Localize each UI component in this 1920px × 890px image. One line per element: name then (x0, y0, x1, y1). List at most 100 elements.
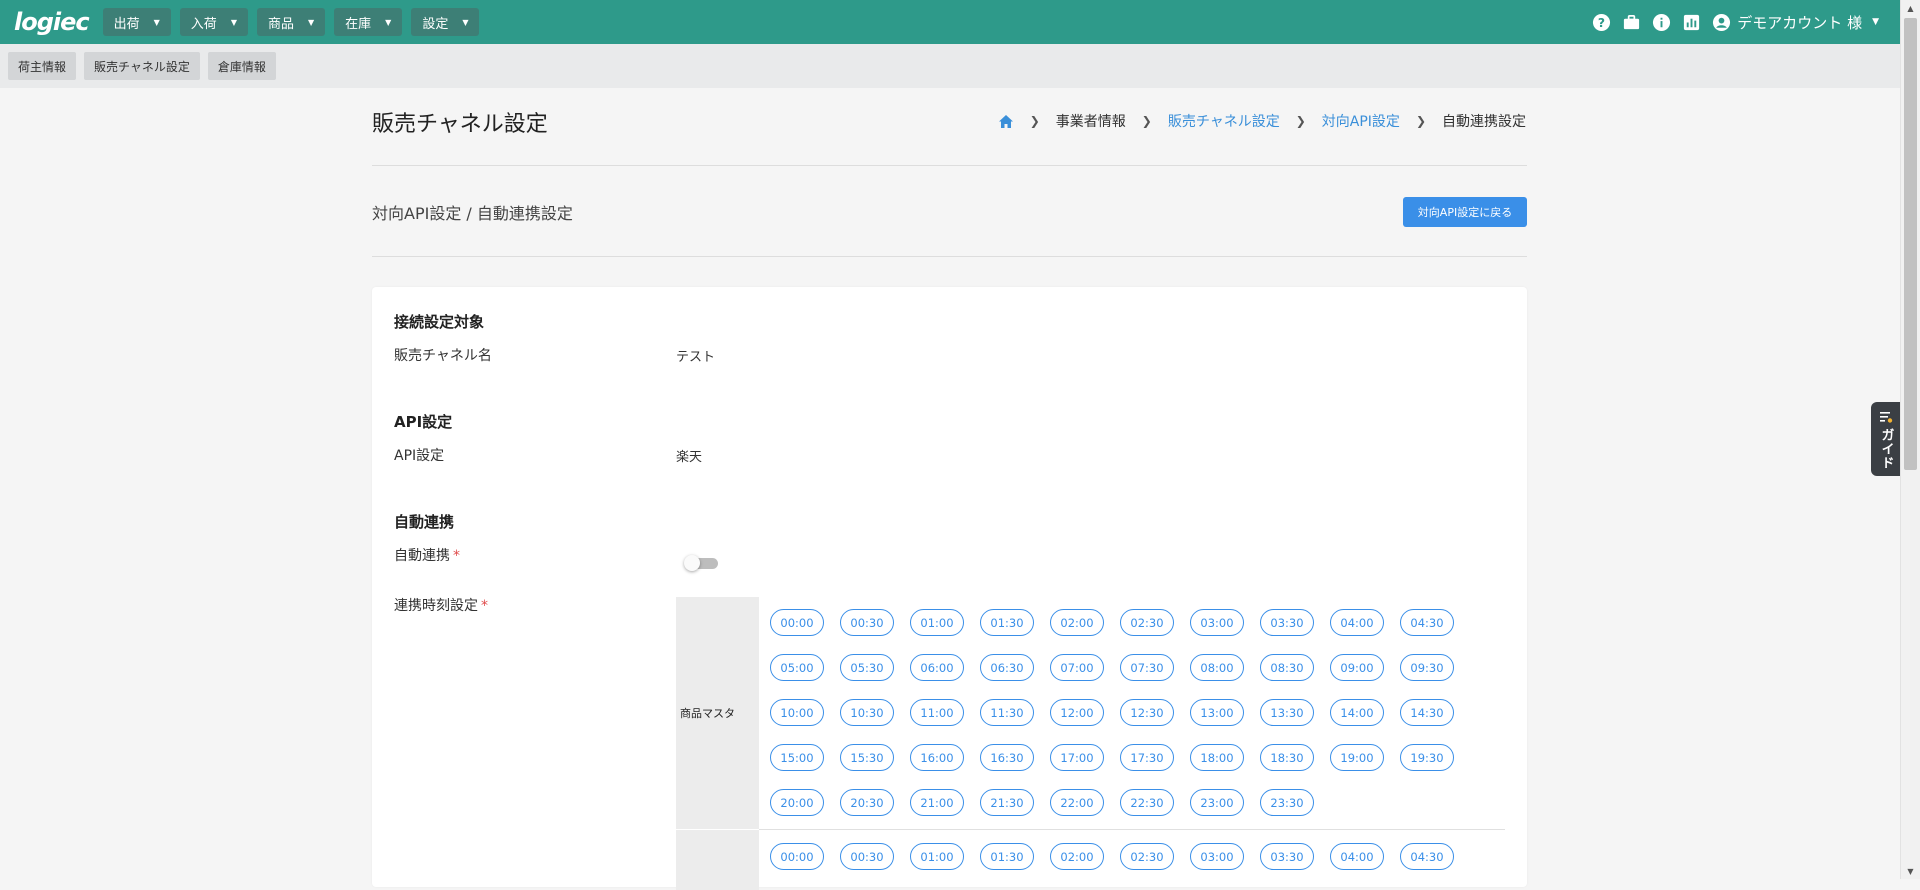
caret-down-icon: ▼ (1872, 17, 1879, 27)
time-chip[interactable]: 17:00 (1050, 744, 1104, 771)
toggle-knob (684, 555, 700, 571)
time-chip[interactable]: 18:30 (1260, 744, 1314, 771)
time-chip[interactable]: 18:00 (1190, 744, 1244, 771)
account-menu[interactable]: デモアカウント 様 ▼ (1712, 12, 1879, 33)
menu-label: 設定 (422, 16, 449, 32)
time-chip[interactable]: 03:30 (1260, 609, 1314, 636)
time-chip-group-2: 00:00 00:30 01:00 01:30 02:00 02:30 03:00 03:30… (770, 843, 1470, 888)
time-chip[interactable]: 16:30 (980, 744, 1034, 771)
time-chip[interactable]: 09:00 (1330, 654, 1384, 681)
time-chip[interactable]: 00:00 (770, 843, 824, 870)
time-chip[interactable]: 04:30 (1400, 609, 1454, 636)
time-chip[interactable]: 01:00 (910, 843, 964, 870)
scrollbar-thumb[interactable] (1904, 18, 1917, 470)
time-chip[interactable]: 19:00 (1330, 744, 1384, 771)
menu-receiving[interactable]: 入荷 ▼ (179, 8, 248, 36)
time-chip[interactable]: 06:30 (980, 654, 1034, 681)
caret-down-icon: ▼ (385, 17, 392, 27)
time-chip[interactable]: 05:00 (770, 654, 824, 681)
time-chip[interactable]: 10:30 (840, 699, 894, 726)
caret-down-icon: ▼ (230, 17, 237, 27)
time-chip[interactable]: 06:00 (910, 654, 964, 681)
help-icon[interactable]: ? (1592, 13, 1611, 32)
time-chip[interactable]: 21:30 (980, 789, 1034, 816)
time-chip[interactable]: 21:00 (910, 789, 964, 816)
time-chip[interactable]: 12:00 (1050, 699, 1104, 726)
time-chip[interactable]: 05:30 (840, 654, 894, 681)
time-chip-group-product-master: 00:00 00:30 01:00 01:30 02:00 02:30 03:00 03:30… (770, 609, 1470, 834)
scroll-up-arrow-icon[interactable]: ▲ (1901, 0, 1920, 16)
vertical-scrollbar[interactable]: ▲ ▼ (1900, 0, 1920, 879)
time-chip[interactable]: 17:30 (1120, 744, 1174, 771)
time-chip[interactable]: 04:00 (1330, 609, 1384, 636)
time-chip[interactable]: 01:30 (980, 843, 1034, 870)
time-chip[interactable]: 15:30 (840, 744, 894, 771)
menu-products[interactable]: 商品 ▼ (256, 8, 326, 36)
time-chip[interactable]: 11:30 (980, 699, 1034, 726)
chevron-right-icon: ❯ (1141, 114, 1152, 128)
time-chip[interactable]: 16:00 (910, 744, 964, 771)
time-chip[interactable]: 02:30 (1120, 843, 1174, 870)
time-chip[interactable]: 23:30 (1260, 789, 1314, 816)
time-chip[interactable]: 14:30 (1400, 699, 1454, 726)
time-chip[interactable]: 01:00 (910, 609, 964, 636)
subnav-sales-channel[interactable]: 販売チャネル設定 (84, 52, 200, 80)
time-chip[interactable]: 08:30 (1260, 654, 1314, 681)
time-chip[interactable]: 00:30 (840, 609, 894, 636)
chevron-right-icon: ❯ (1415, 114, 1426, 128)
time-chip[interactable]: 01:30 (980, 609, 1034, 636)
time-chip[interactable]: 03:30 (1260, 843, 1314, 870)
section-title-target: 接続設定対象 (394, 313, 485, 331)
info-icon[interactable] (1652, 13, 1671, 32)
link-time-label: 連携時刻設定 * (394, 595, 488, 615)
back-to-api-settings-button[interactable]: 対向API設定に戻る (1403, 197, 1527, 227)
time-chip[interactable]: 11:00 (910, 699, 964, 726)
time-chip[interactable]: 03:00 (1190, 609, 1244, 636)
time-chip[interactable]: 19:30 (1400, 744, 1454, 771)
time-chip[interactable]: 14:00 (1330, 699, 1384, 726)
required-mark: * (453, 548, 460, 564)
time-chip[interactable]: 04:00 (1330, 843, 1384, 870)
time-chip[interactable]: 07:00 (1050, 654, 1104, 681)
time-chip[interactable]: 07:30 (1120, 654, 1174, 681)
subnav-shipper-info[interactable]: 荷主情報 (8, 52, 77, 80)
breadcrumb-link[interactable]: 対向API設定 (1322, 111, 1400, 131)
guide-list-icon (1880, 412, 1893, 423)
required-mark: * (481, 598, 488, 614)
chart-icon[interactable] (1682, 13, 1701, 32)
time-chip[interactable]: 23:00 (1190, 789, 1244, 816)
subnav-warehouse-info[interactable]: 倉庫情報 (207, 52, 276, 80)
time-chip[interactable]: 04:30 (1400, 843, 1454, 870)
menu-shipping[interactable]: 出荷 ▼ (102, 8, 171, 36)
time-chip[interactable]: 20:30 (840, 789, 894, 816)
time-chip[interactable]: 00:00 (770, 609, 824, 636)
time-chip[interactable]: 09:30 (1400, 654, 1454, 681)
logo[interactable]: logiec (14, 8, 90, 36)
time-chip[interactable]: 20:00 (770, 789, 824, 816)
time-chip[interactable]: 13:00 (1190, 699, 1244, 726)
time-chip[interactable]: 22:30 (1120, 789, 1174, 816)
guide-tab[interactable]: ガイド (1871, 402, 1901, 476)
time-chip[interactable]: 02:30 (1120, 609, 1174, 636)
time-chip[interactable]: 13:30 (1260, 699, 1314, 726)
api-setting-value: 楽天 (676, 450, 703, 465)
time-chip[interactable]: 00:30 (840, 843, 894, 870)
scroll-down-arrow-icon[interactable]: ▼ (1901, 863, 1920, 879)
home-icon[interactable] (998, 114, 1014, 129)
menu-inventory[interactable]: 在庫 ▼ (334, 8, 403, 36)
label-text: 連携時刻設定 (394, 598, 478, 614)
breadcrumb-link[interactable]: 販売チャネル設定 (1168, 111, 1280, 131)
time-chip[interactable]: 03:00 (1190, 843, 1244, 870)
time-chip[interactable]: 08:00 (1190, 654, 1244, 681)
api-setting-label: API設定 (394, 448, 445, 464)
time-chip[interactable]: 22:00 (1050, 789, 1104, 816)
briefcase-icon[interactable] (1622, 13, 1641, 32)
svg-text:?: ? (1598, 15, 1605, 29)
time-chip[interactable]: 02:00 (1050, 843, 1104, 870)
time-chip[interactable]: 02:00 (1050, 609, 1104, 636)
auto-link-toggle[interactable] (684, 555, 718, 571)
time-chip[interactable]: 15:00 (770, 744, 824, 771)
time-chip[interactable]: 12:30 (1120, 699, 1174, 726)
time-chip[interactable]: 10:00 (770, 699, 824, 726)
menu-settings[interactable]: 設定 ▼ (411, 8, 480, 36)
